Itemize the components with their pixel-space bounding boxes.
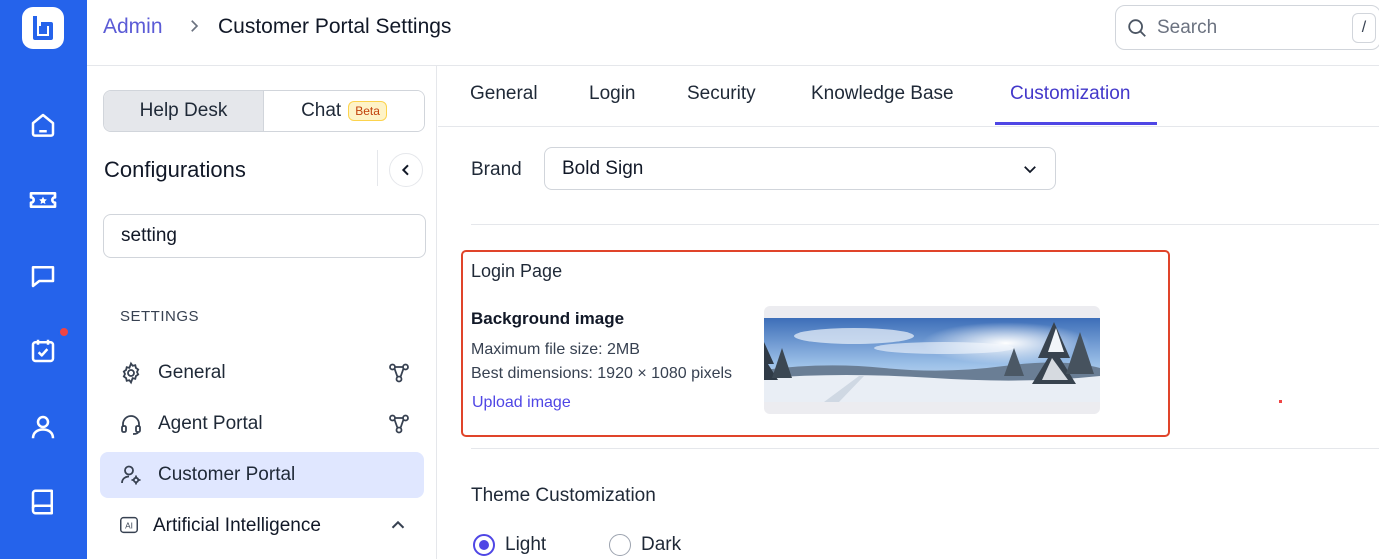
radio-unselected-icon <box>609 534 631 556</box>
home-icon[interactable] <box>24 106 62 144</box>
beta-badge: Beta <box>348 101 387 121</box>
customization-content: Brand Bold Sign Login Page Background im… <box>438 127 1379 559</box>
page-title: Customer Portal Settings <box>218 15 452 38</box>
chevron-down-icon <box>1021 160 1039 183</box>
theme-customization-title: Theme Customization <box>471 485 656 506</box>
sidebar-item-artificial-intelligence[interactable]: AI Artificial Intelligence <box>100 503 424 549</box>
tasks-icon[interactable] <box>24 332 62 370</box>
toggle-chat[interactable]: Chat Beta <box>264 91 424 131</box>
knowledge-base-icon[interactable] <box>24 483 62 521</box>
ticket-icon[interactable] <box>24 181 62 219</box>
sidebar-item-label: Customer Portal <box>158 464 296 485</box>
theme-dark-radio[interactable]: Dark <box>609 534 681 556</box>
login-page-title: Login Page <box>471 261 563 281</box>
chevron-up-icon[interactable] <box>387 514 411 538</box>
breadcrumb-admin-link[interactable]: Admin <box>103 15 163 39</box>
tab-security[interactable]: Security <box>687 83 756 105</box>
gear-icon <box>119 361 143 385</box>
search-icon <box>1126 17 1148 44</box>
theme-light-label: Light <box>505 534 547 555</box>
tab-customization[interactable]: Customization <box>1010 83 1130 105</box>
app-logo-icon[interactable] <box>22 7 64 49</box>
notification-dot <box>58 326 70 338</box>
chevron-right-icon <box>185 17 203 35</box>
winter-landscape-image <box>764 318 1100 402</box>
ai-icon: AI <box>118 514 142 538</box>
app-rail <box>0 0 87 559</box>
divider <box>471 224 1379 225</box>
contacts-icon[interactable] <box>24 408 62 446</box>
search-placeholder: Search <box>1157 17 1218 38</box>
settings-filter-input[interactable] <box>103 214 426 258</box>
brand-select-value: Bold Sign <box>562 158 644 179</box>
settings-panel: Help Desk Chat Beta Configurations SETTI… <box>87 66 437 559</box>
chat-icon[interactable] <box>24 257 62 295</box>
search-input[interactable]: Search / <box>1115 5 1379 50</box>
tab-login[interactable]: Login <box>589 83 636 105</box>
background-image-preview <box>764 306 1100 414</box>
theme-dark-label: Dark <box>641 534 682 555</box>
theme-light-radio[interactable]: Light <box>473 534 546 556</box>
best-dimensions-text: Best dimensions: 1920 × 1080 pixels <box>471 365 733 382</box>
sidebar-item-agent-portal[interactable]: Agent Portal <box>100 401 424 447</box>
sidebar-item-label: General <box>158 362 226 383</box>
settings-section-label: SETTINGS <box>120 308 200 325</box>
workflow-icon <box>387 361 411 385</box>
toggle-chat-label: Chat <box>301 100 342 121</box>
active-tab-indicator <box>995 122 1157 125</box>
brand-label: Brand <box>471 159 522 180</box>
user-settings-icon <box>119 463 143 487</box>
tab-general[interactable]: General <box>470 83 538 105</box>
divider <box>471 448 1379 449</box>
configurations-title: Configurations <box>104 157 246 182</box>
decorative-dot <box>1279 400 1282 403</box>
upload-image-link[interactable]: Upload image <box>472 394 571 412</box>
toggle-help-desk-label: Help Desk <box>139 100 228 121</box>
chevron-left-icon <box>401 164 409 176</box>
settings-tabs: General Login Security Knowledge Base Cu… <box>438 66 1379 127</box>
divider <box>377 150 378 186</box>
radio-selected-icon <box>473 534 495 556</box>
workflow-icon <box>387 412 411 436</box>
product-toggle: Help Desk Chat Beta <box>103 90 425 132</box>
sidebar-item-general[interactable]: General <box>100 350 424 396</box>
search-shortcut-key: / <box>1352 13 1376 43</box>
brand-select[interactable]: Bold Sign <box>544 147 1056 190</box>
sidebar-item-label: Agent Portal <box>158 413 263 434</box>
collapse-panel-button[interactable] <box>389 153 423 187</box>
sidebar-item-customer-portal[interactable]: Customer Portal <box>100 452 424 498</box>
top-header: Admin Customer Portal Settings Search / <box>87 0 1379 66</box>
svg-text:AI: AI <box>125 522 133 531</box>
max-file-size-text: Maximum file size: 2MB <box>471 341 640 358</box>
sidebar-item-label: Artificial Intelligence <box>153 515 321 536</box>
background-image-title: Background image <box>471 309 625 328</box>
toggle-help-desk[interactable]: Help Desk <box>104 91 264 131</box>
tab-knowledge-base[interactable]: Knowledge Base <box>811 83 954 105</box>
headset-icon <box>119 412 143 436</box>
